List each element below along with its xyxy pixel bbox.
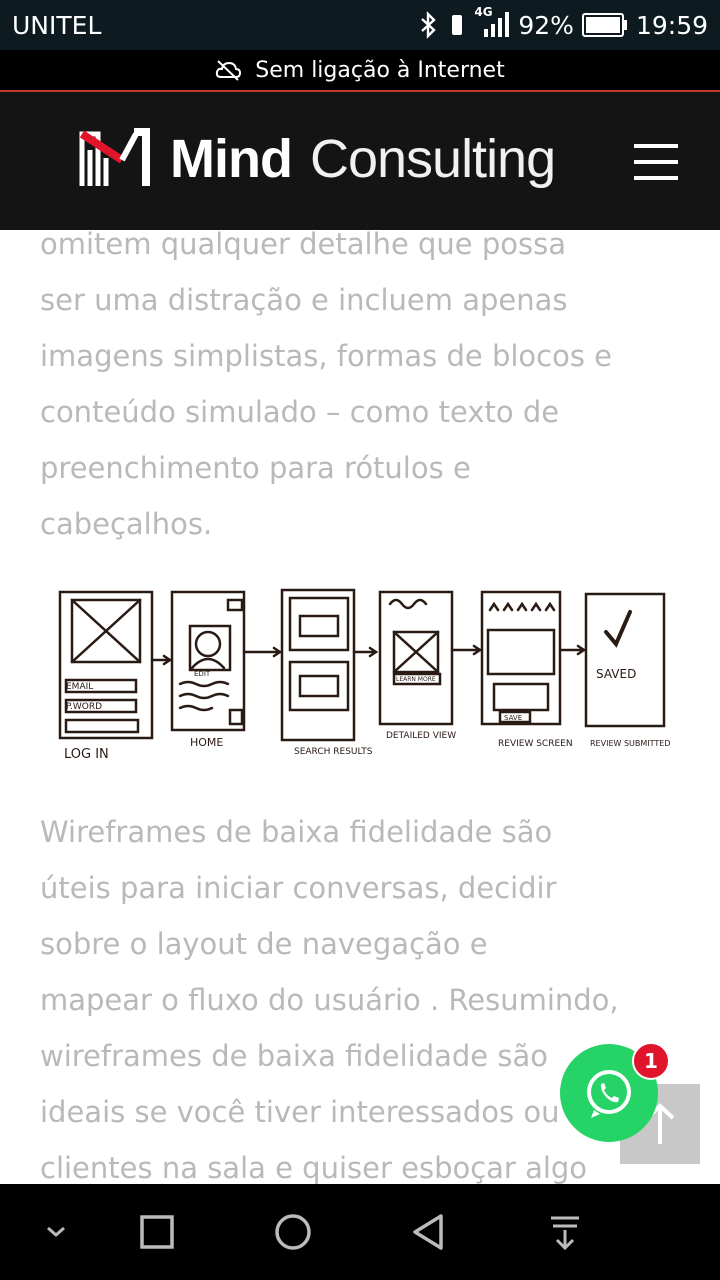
offline-text: Sem ligação à Internet: [255, 57, 505, 83]
hamburger-icon: [634, 144, 678, 148]
logo-word-mind: Mind: [170, 129, 293, 189]
logo-mark-icon: [79, 128, 150, 186]
recents-icon[interactable]: [129, 1204, 185, 1260]
vibrate-icon: [452, 15, 463, 35]
sketch-label-pword: P.WORD: [66, 702, 102, 712]
site-header: Mind Consulting: [0, 92, 720, 230]
sketch-label-review-submitted: REVIEW SUBMITTED: [590, 739, 670, 748]
status-bar: UNITEL 4G 92% 19:59: [0, 0, 720, 50]
paragraph-line: preenchimento para rótulos e: [40, 451, 471, 485]
article-paragraph-1: omitem qualquer detalhe que possa ser um…: [40, 216, 680, 552]
sketch-label-login: LOG IN: [64, 747, 109, 762]
logo-word-consulting: Consulting: [309, 129, 556, 189]
paragraph-line: cabeçalhos.: [40, 507, 213, 541]
site-logo[interactable]: Mind Consulting: [78, 128, 556, 190]
cloud-off-icon: [216, 60, 242, 81]
sketch-label-learn-more: LEARN MORE: [396, 676, 436, 683]
notification-pull-icon[interactable]: [537, 1204, 593, 1260]
sketch-label-home: HOME: [190, 736, 223, 749]
system-nav-bar: [0, 1184, 720, 1280]
hamburger-icon-bar: [634, 176, 678, 180]
paragraph-line: Wireframes de baixa fidelidade são: [40, 815, 553, 849]
sketch-label-detailed-view: DETAILED VIEW: [386, 731, 456, 741]
carrier-name: UNITEL: [12, 10, 102, 40]
menu-button[interactable]: [634, 144, 678, 180]
signal-icon: 4G: [474, 5, 510, 39]
paragraph-line: ser uma distração e incluem apenas: [40, 283, 568, 317]
sketch-label-review-screen: REVIEW SCREEN: [498, 739, 573, 749]
sketch-label-search-results: SEARCH RESULTS: [294, 747, 373, 757]
bluetooth-icon: [421, 11, 437, 39]
status-icons: 4G 92% 19:59: [418, 5, 708, 40]
sketch-label-saved: SAVED: [596, 667, 636, 681]
whatsapp-notification-badge: 1: [632, 1042, 670, 1080]
wireframe-sketch-image: EMAIL P.WORD LOG IN EDIT HOME SEARCH RES…: [58, 588, 670, 762]
sketch-label-email: EMAIL: [66, 682, 93, 692]
paragraph-line: conteúdo simulado – como texto de: [40, 395, 560, 429]
sketch-label-save: SAVE: [504, 714, 522, 722]
battery-icon: [581, 13, 627, 37]
paragraph-line: úteis para iniciar conversas, decidir: [40, 871, 557, 905]
back-icon[interactable]: [401, 1204, 457, 1260]
hamburger-icon-bar: [634, 160, 678, 164]
paragraph-line: mapear o fluxo do usuário . Resumindo,: [40, 983, 619, 1017]
home-icon[interactable]: [265, 1204, 321, 1260]
clock: 19:59: [635, 10, 708, 40]
paragraph-line: sobre o layout de navegação e: [40, 927, 488, 961]
chevron-down-icon[interactable]: [28, 1204, 84, 1260]
battery-percent: 92%: [518, 10, 574, 40]
sketch-label-edit: EDIT: [194, 670, 211, 678]
offline-banner: Sem ligação à Internet: [0, 50, 720, 92]
paragraph-line: imagens simplistas, formas de blocos e: [40, 339, 613, 373]
whatsapp-icon: [587, 1070, 631, 1118]
